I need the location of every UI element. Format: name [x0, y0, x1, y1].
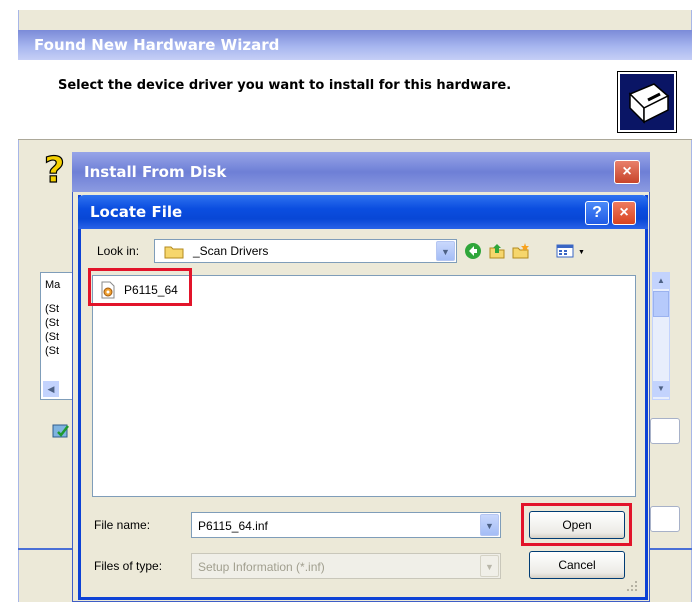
wizard-title: Found New Hardware Wizard: [18, 30, 692, 60]
file-type-label: Files of type:: [94, 559, 163, 573]
wizard-header-text: Select the device driver you want to ins…: [58, 78, 512, 93]
have-disk-button[interactable]: [650, 418, 680, 444]
next-button[interactable]: [650, 506, 680, 532]
wizard-list-scrollbar[interactable]: ▲ ▼: [652, 272, 670, 400]
scroll-left-button[interactable]: ◀: [43, 381, 59, 397]
open-highlight-box: [521, 503, 632, 546]
back-icon[interactable]: [464, 242, 482, 260]
locate-file-close-button[interactable]: ×: [612, 201, 636, 225]
folder-icon: [164, 244, 184, 259]
view-dropdown-arrow-icon[interactable]: ▼: [578, 249, 585, 256]
help-button[interactable]: ?: [585, 201, 609, 225]
list-header: Ma: [45, 279, 61, 291]
file-name-input[interactable]: P6115_64.inf: [191, 512, 501, 538]
look-in-dropdown[interactable]: _Scan Drivers: [154, 239, 457, 263]
list-item[interactable]: (St: [45, 345, 59, 357]
up-folder-icon[interactable]: [488, 242, 506, 260]
hardware-icon: [617, 71, 677, 133]
scroll-down-button[interactable]: ▼: [653, 381, 669, 397]
install-from-disk-close-button[interactable]: ×: [614, 160, 640, 184]
disk-icon: [52, 422, 70, 440]
chevron-down-icon[interactable]: ▼: [436, 241, 455, 261]
list-item[interactable]: (St: [45, 331, 59, 343]
resize-grip-icon[interactable]: [624, 578, 638, 592]
file-name-label: File name:: [94, 518, 151, 532]
question-mark-icon: ?: [40, 149, 76, 191]
view-menu-icon[interactable]: [556, 242, 574, 260]
install-from-disk-title: Install From Disk: [72, 152, 650, 192]
cancel-button[interactable]: Cancel: [529, 551, 625, 579]
locate-file-title: Locate File: [78, 195, 648, 229]
scroll-up-button[interactable]: ▲: [653, 273, 669, 289]
look-in-label: Look in:: [97, 244, 140, 258]
list-item[interactable]: (St: [45, 317, 59, 329]
chevron-down-icon[interactable]: ▼: [480, 555, 499, 577]
svg-text:?: ?: [44, 150, 65, 190]
new-folder-icon[interactable]: [512, 242, 530, 260]
file-type-select[interactable]: Setup Information (*.inf): [191, 553, 501, 579]
chevron-down-icon[interactable]: ▼: [480, 514, 499, 536]
list-item[interactable]: (St: [45, 303, 59, 315]
file-highlight-box: [88, 268, 192, 306]
file-list[interactable]: [92, 275, 636, 497]
wizard-header: [18, 60, 692, 140]
scroll-thumb[interactable]: [653, 291, 669, 317]
